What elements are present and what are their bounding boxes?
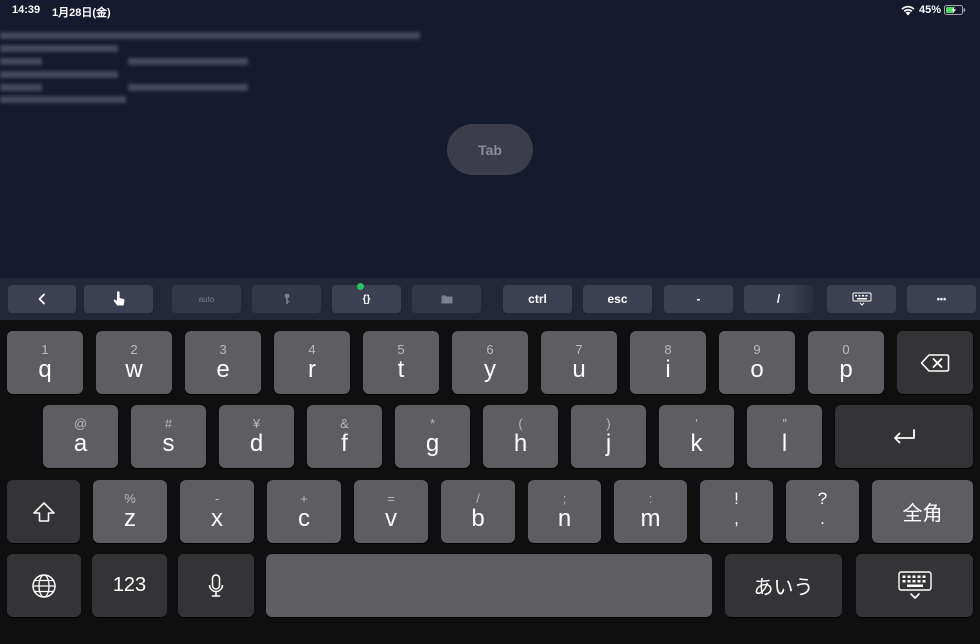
dictation-key[interactable] [178,554,254,617]
key-icon [284,293,289,304]
backspace-icon [920,353,950,372]
battery-charging-icon [944,5,966,15]
software-keyboard: 1q 2w 3e 4r 5t 6y 7u 8i 9o 0p @ a # s ¥ d &… [0,320,980,644]
key-y[interactable]: 6y [452,331,528,394]
shift-key[interactable] [7,480,80,543]
shift-icon [32,501,55,522]
key-n[interactable]: ; n [528,480,601,543]
files-button[interactable] [412,285,481,313]
key-w[interactable]: 2w [96,331,172,394]
microphone-icon [208,573,224,597]
key-f[interactable]: & f [307,405,382,468]
obscured-text-line [0,58,42,65]
key-j[interactable]: ) j [571,405,646,468]
obscured-text-line [0,71,118,78]
globe-key[interactable] [7,554,81,617]
key-v[interactable]: = v [354,480,428,543]
key-a[interactable]: @ a [43,405,118,468]
globe-icon [32,573,56,598]
numbers-key[interactable]: 123 [92,554,167,617]
return-icon [894,428,915,443]
key-s[interactable]: # s [131,405,206,468]
esc-key[interactable]: esc [583,285,652,313]
key-d[interactable]: ¥ d [219,405,294,468]
obscured-text-line [0,32,420,39]
status-bar: 14:39 1月28日(金) 45% [0,0,980,20]
auto-button[interactable]: auto [172,285,241,313]
dash-key[interactable]: - [664,285,733,313]
status-time: 14:39 [12,4,41,16]
wifi-icon [901,5,915,16]
zenkaku-key[interactable]: 全角 [872,480,973,543]
return-key[interactable] [835,405,973,468]
obscured-text-line [0,96,126,103]
key-o[interactable]: 9o [719,331,795,394]
snippets-button[interactable]: {} [332,285,401,313]
key-h[interactable]: (h [483,405,558,468]
tab-key-overlay[interactable]: Tab [447,124,533,175]
key-t[interactable]: 5t [363,331,439,394]
battery-percent: 45% [919,4,942,16]
keyboard-accessory-bar: auto {} ctrl esc - / ••• [0,278,980,320]
hide-keyboard-key[interactable] [856,554,973,617]
key-i[interactable]: 8i [630,331,706,394]
key-comma[interactable]: !, [700,480,773,543]
folder-icon [441,295,452,304]
key-g[interactable]: * g [395,405,470,468]
active-indicator-dot [357,283,364,290]
key-x[interactable]: -x [180,480,254,543]
obscured-text-line [128,84,248,91]
back-button[interactable] [8,285,76,313]
obscured-text-line [128,58,248,65]
key-period[interactable]: ?. [786,480,859,543]
terminal-output [0,26,430,116]
touch-pointer-icon [113,291,125,306]
obscured-text-line [0,45,118,52]
ctrl-key[interactable]: ctrl [503,285,572,313]
key-u[interactable]: 7u [541,331,617,394]
key-p[interactable]: 0p [808,331,884,394]
kana-key[interactable]: あいう [725,554,842,617]
key-m[interactable]: :m [614,480,687,543]
key-button[interactable] [252,285,321,313]
touch-mode-button[interactable] [84,285,153,313]
more-button[interactable]: ••• [907,285,976,313]
key-c[interactable]: + c [267,480,341,543]
status-date: 1月28日(金) [52,7,111,19]
key-e[interactable]: 3e [185,331,261,394]
chevron-left-icon [38,293,45,305]
key-q[interactable]: 1q [7,331,83,394]
key-l[interactable]: ″ l [747,405,822,468]
key-k[interactable]: ′ k [659,405,734,468]
key-z[interactable]: % z [93,480,167,543]
key-b[interactable]: / b [441,480,515,543]
toggle-keyboard-button[interactable] [827,285,896,313]
keyboard-icon [852,292,871,306]
key-r[interactable]: 4r [274,331,350,394]
delete-key[interactable] [897,331,973,394]
scroll-fade [790,285,820,313]
obscured-text-line [0,84,42,91]
keyboard-hide-icon [897,570,932,599]
space-bar[interactable] [266,554,712,617]
